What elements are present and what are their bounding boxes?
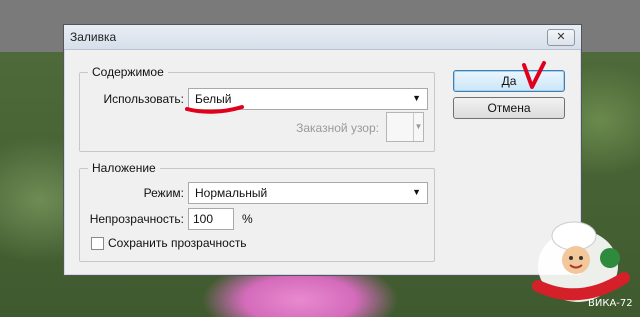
opacity-unit: % [242,212,253,226]
red-underline-annotation [185,105,244,114]
contents-legend: Содержимое [88,65,168,79]
credit-text: ВИКА-72 [588,298,633,309]
contents-group: Содержимое [79,65,435,152]
preserve-transparency-label: Сохранить прозрачность [108,236,247,250]
mode-select[interactable]: Нормальный ▼ [188,182,428,204]
close-button[interactable]: ✕ [547,29,575,46]
custom-pattern-picker[interactable]: ▼ [386,112,424,142]
dialog-titlebar: Заливка ✕ [64,25,581,50]
cancel-button[interactable]: Отмена [453,97,565,119]
opacity-value: 100 [193,212,214,226]
povarenok-logo [532,221,630,302]
opacity-label: Непрозрачность: [89,212,184,226]
chevron-down-icon: ▼ [412,93,421,103]
opacity-input[interactable]: 100 [188,208,234,230]
use-label: Использовать: [103,92,184,106]
preserve-transparency-checkbox[interactable] [91,237,104,250]
close-icon: ✕ [556,31,566,43]
mode-value: Нормальный [195,186,268,200]
custom-pattern-label: Заказной узор: [296,121,379,135]
blending-legend: Наложение [88,161,160,175]
red-checkmark-annotation [522,61,546,89]
fill-dialog: Заливка ✕ Содержимое Использовать: Белый… [63,24,582,276]
dialog-title: Заливка [70,30,117,44]
mode-label: Режим: [143,186,184,200]
chevron-down-icon: ▼ [412,187,421,197]
chevron-down-icon: ▼ [413,113,423,141]
